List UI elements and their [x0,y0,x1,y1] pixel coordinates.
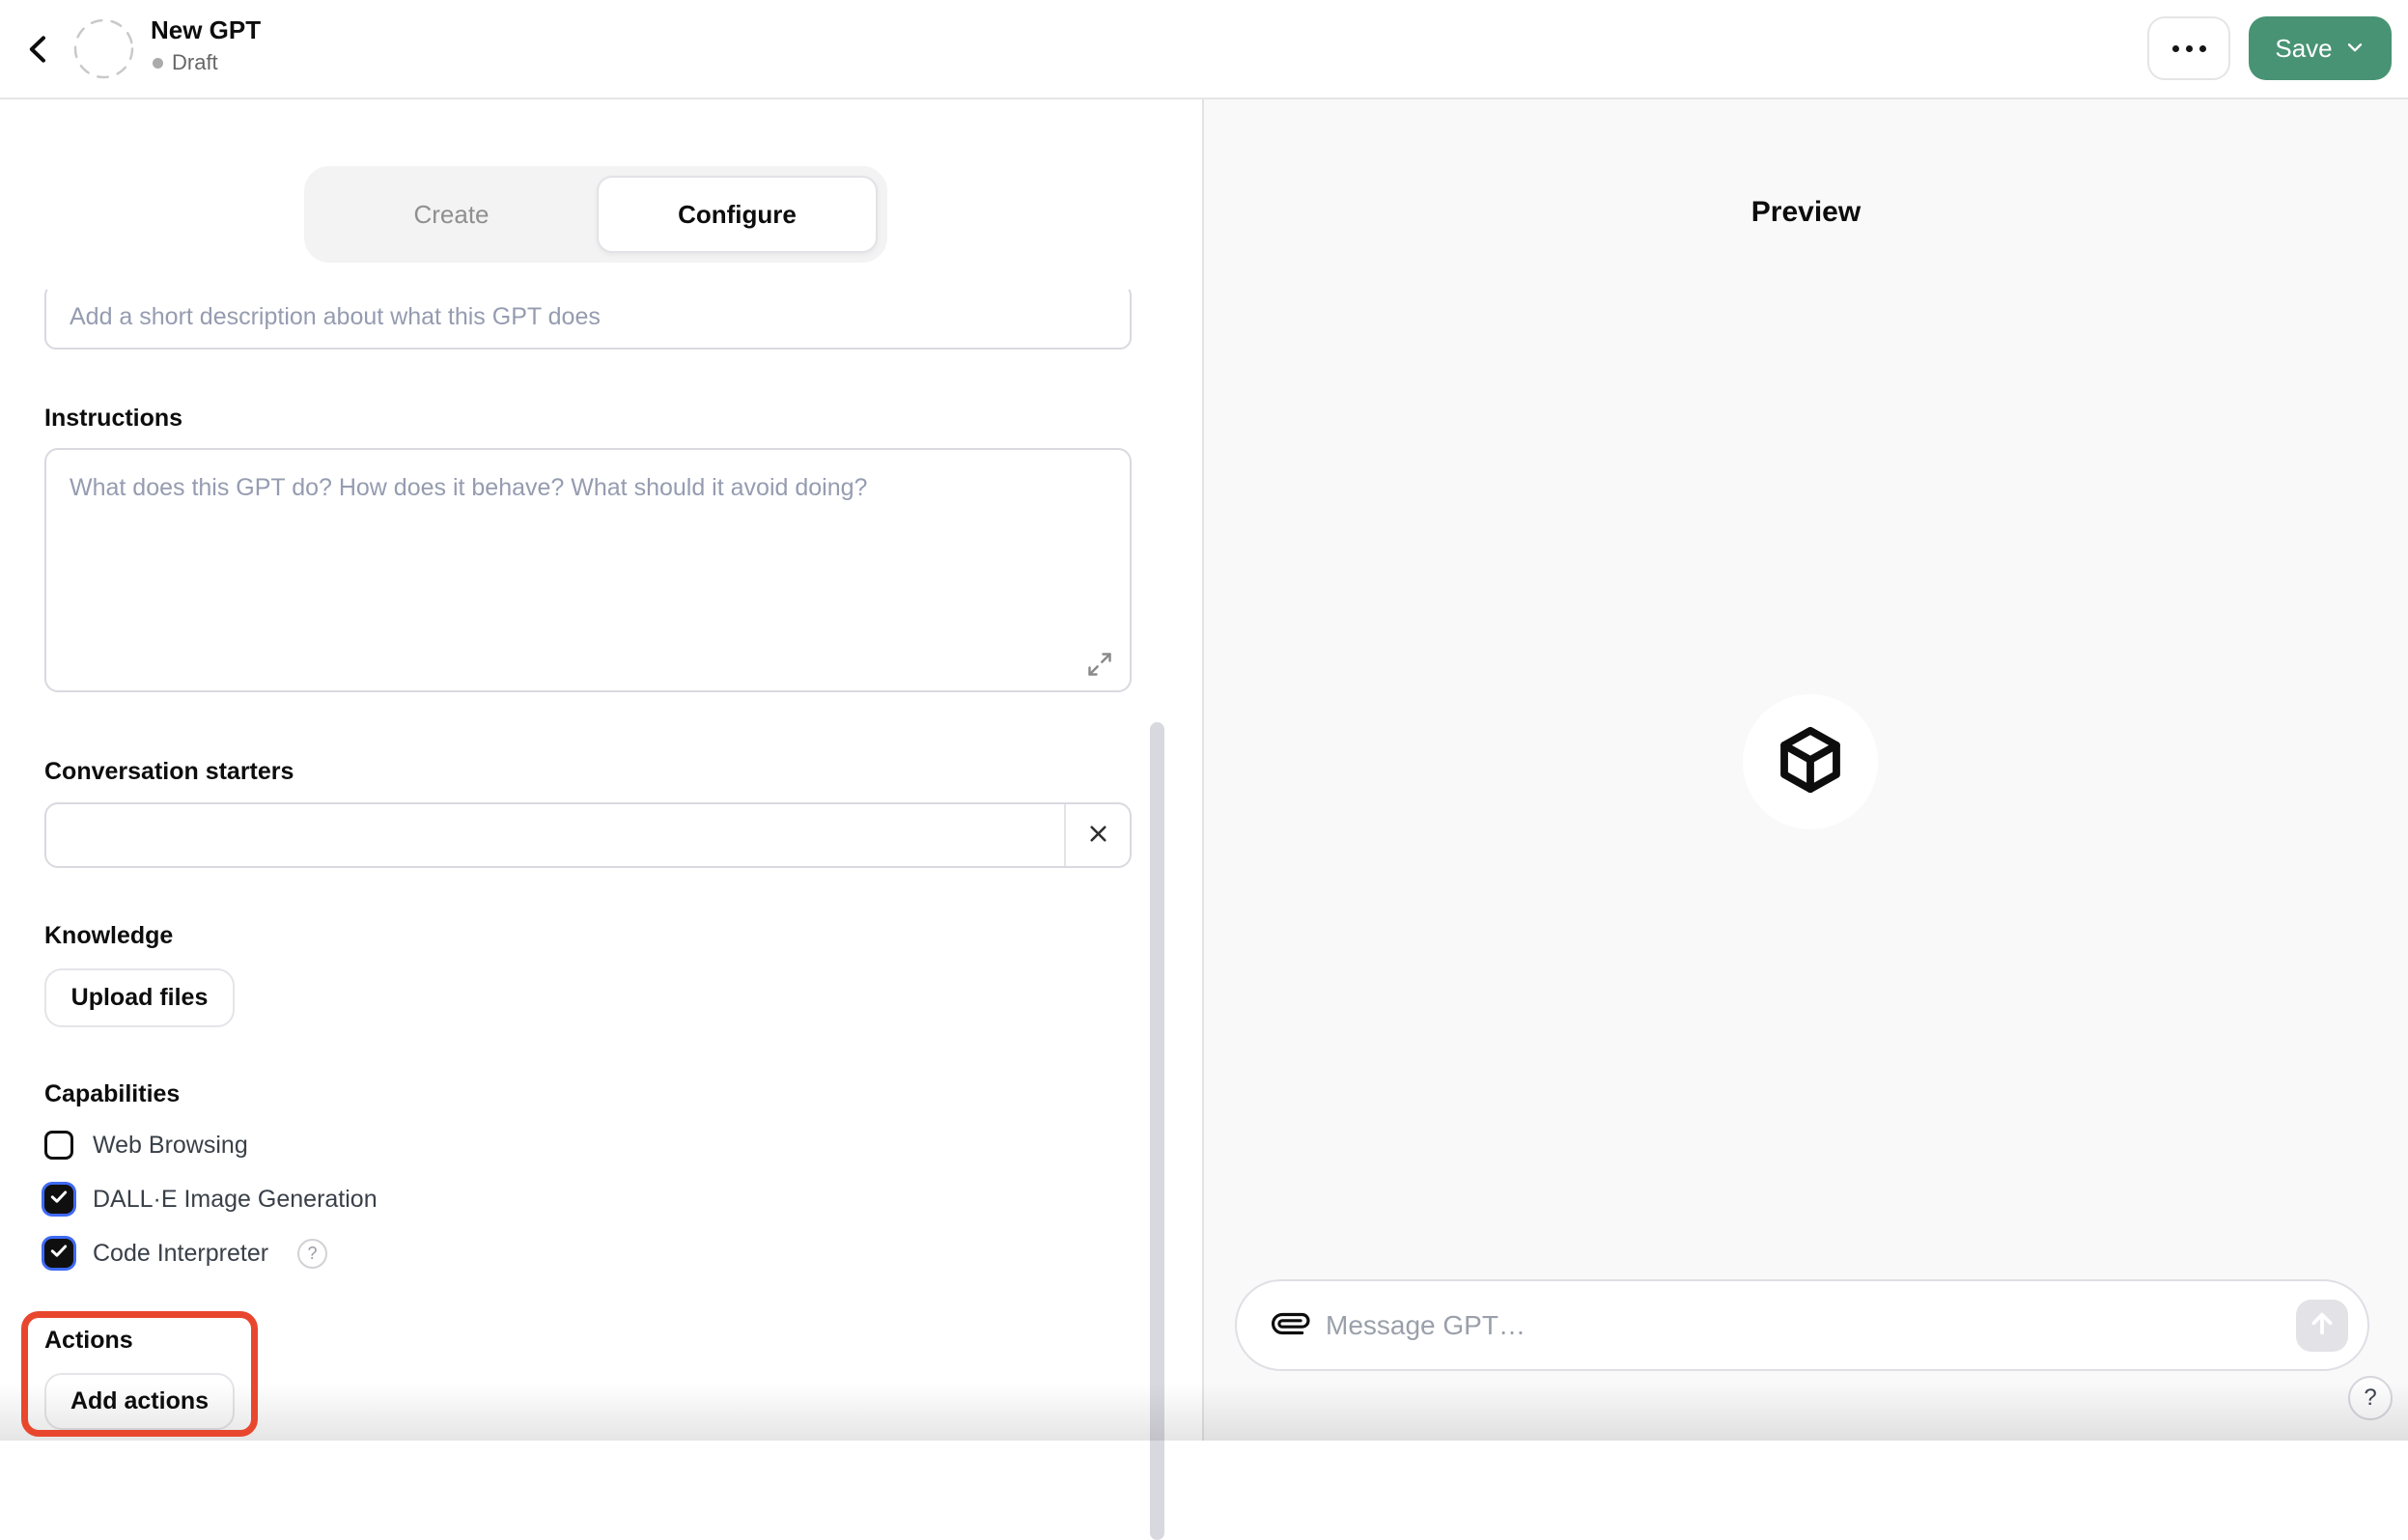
panel-divider [1202,99,1204,1441]
actions-label: Actions [44,1327,133,1354]
ellipsis-icon [2171,44,2179,52]
title-block: New GPT Draft [151,14,261,75]
page-title: New GPT [151,15,262,44]
preview-panel: Preview ? [1204,99,2408,1441]
conversation-starter-input[interactable] [46,804,1064,866]
upload-files-button[interactable]: Upload files [44,968,235,1027]
save-button-label: Save [2275,33,2333,63]
tab-configure[interactable]: Configure [597,176,878,253]
gpt-avatar-placeholder[interactable] [73,18,134,79]
capability-row-web-browsing: Web Browsing [44,1129,248,1162]
dashed-circle-icon [73,18,134,83]
x-icon [1085,821,1111,850]
help-button[interactable]: ? [2348,1376,2393,1420]
capability-row-code-interpreter: Code Interpreter ? [44,1237,328,1270]
knowledge-label: Knowledge [44,922,174,949]
paperclip-icon [1271,1305,1310,1345]
capability-label: DALL·E Image Generation [93,1185,378,1213]
capability-label: Code Interpreter [93,1239,269,1267]
chevron-down-icon [2344,37,2366,61]
builder-tabs: Create Configure [304,166,887,263]
cube-icon [1773,722,1848,802]
status-dot [153,57,163,69]
checkbox-code-interpreter[interactable] [44,1239,73,1268]
form-scroll-area: Instructions Conversation starters Knowl… [0,290,1202,1441]
back-button[interactable] [17,27,60,73]
conversation-starter-row [44,802,1132,868]
attach-file-button[interactable] [1270,1304,1312,1347]
arrow-up-icon [2307,1308,2338,1342]
configure-panel: Create Configure Instructions Conversati… [0,99,1202,1540]
message-composer [1235,1279,2369,1371]
checkbox-web-browsing[interactable] [44,1131,73,1160]
instructions-textarea[interactable] [44,448,1132,692]
tab-create[interactable]: Create [304,166,599,263]
remove-starter-button[interactable] [1066,804,1130,866]
expand-textarea-button[interactable] [1083,649,1116,682]
message-input[interactable] [1326,1309,2296,1341]
capability-label: Web Browsing [93,1131,248,1159]
checkbox-dalle[interactable] [44,1185,73,1214]
status-row: Draft [153,50,261,75]
save-button[interactable]: Save [2249,16,2392,80]
chevron-left-icon [19,30,58,71]
preview-gpt-avatar [1743,694,1878,829]
capabilities-label: Capabilities [44,1080,181,1107]
send-message-button[interactable] [2296,1299,2348,1352]
expand-diagonal-icon [1086,651,1113,681]
capability-row-dalle: DALL·E Image Generation [44,1183,378,1216]
status-badge: Draft [172,50,218,74]
preview-title: Preview [1750,196,1862,228]
description-input[interactable] [44,290,1132,350]
header: New GPT Draft Save [0,0,2408,99]
instructions-label: Instructions [44,405,183,432]
more-options-button[interactable] [2147,16,2230,80]
scrollbar-thumb[interactable] [1150,722,1164,1540]
add-actions-button[interactable]: Add actions [44,1373,235,1430]
conversation-starters-label: Conversation starters [44,758,294,785]
check-icon [49,1188,69,1212]
check-icon [49,1242,69,1266]
code-interpreter-help-icon[interactable]: ? [297,1238,328,1269]
